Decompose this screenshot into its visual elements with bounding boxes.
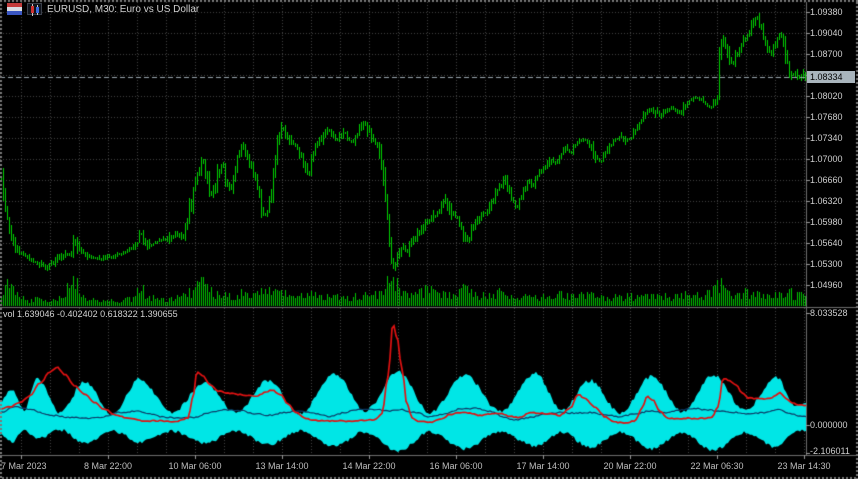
candlestick-icon — [27, 3, 42, 16]
current-price-label: 1.08334 — [807, 71, 855, 83]
chart-window: EURUSD, M30: Euro vs US Dollar vol 1.639… — [0, 0, 858, 479]
chart-window-icon — [7, 3, 22, 15]
symbol-title: EURUSD, M30: Euro vs US Dollar — [47, 3, 200, 15]
chart-title-bar: EURUSD, M30: Euro vs US Dollar — [7, 3, 200, 16]
indicator-values-label: vol 1.639046 -0.402402 0.618322 1.390655 — [3, 309, 178, 319]
chart-canvas[interactable] — [0, 0, 858, 479]
